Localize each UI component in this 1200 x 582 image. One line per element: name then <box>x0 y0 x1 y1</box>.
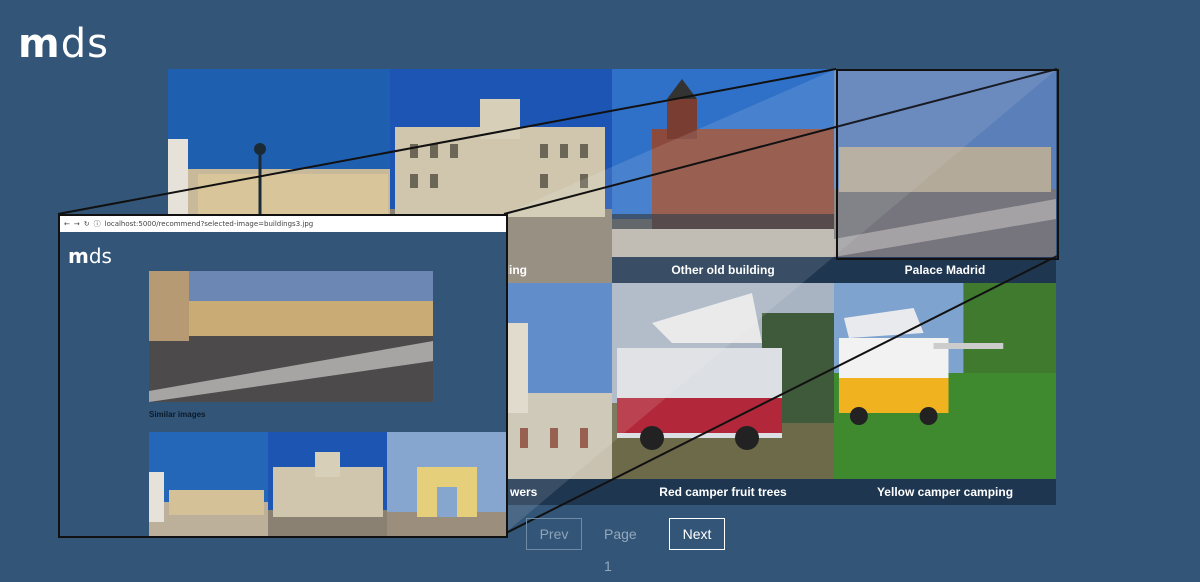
next-button[interactable]: Next <box>669 518 725 550</box>
logo-m: m <box>18 21 61 67</box>
info-icon: ⓘ <box>93 220 101 228</box>
reload-icon[interactable]: ↻ <box>84 216 90 232</box>
back-icon[interactable]: ← <box>64 216 70 232</box>
yellow-camper-image <box>834 283 1056 479</box>
caption-other-old-building: Other old building <box>612 257 834 283</box>
url-text[interactable]: localhost:5000/recommend?selected-image=… <box>105 216 314 232</box>
inset-logo-m: m <box>68 244 89 268</box>
inset-browser-window: ← → ↻ ⓘ localhost:5000/recommend?selecte… <box>58 214 508 538</box>
prev-button[interactable]: Prev <box>526 518 582 550</box>
gallery-tile-other-old-building[interactable]: Other old building <box>612 69 834 283</box>
inset-similar-image-3[interactable] <box>387 432 506 536</box>
caption-yellow-camper: Yellow camper camping <box>834 479 1056 505</box>
gallery-tile-yellow-camper[interactable]: Yellow camper camping <box>834 283 1056 505</box>
red-camper-image <box>612 283 834 479</box>
browser-url-bar[interactable]: ← → ↻ ⓘ localhost:5000/recommend?selecte… <box>60 216 506 232</box>
page-indicator: Page 1 <box>604 526 637 574</box>
caption-red-camper: Red camper fruit trees <box>612 479 834 505</box>
inset-similar-image-2[interactable] <box>268 432 387 536</box>
gallery-tile-red-camper[interactable]: Red camper fruit trees <box>612 283 834 505</box>
similar-images-label: Similar images <box>149 410 206 419</box>
selected-image-frame <box>836 69 1059 260</box>
inset-selected-image <box>149 271 433 402</box>
other-old-building-image <box>612 69 834 257</box>
caption-palace-madrid: Palace Madrid <box>834 257 1056 283</box>
app-logo[interactable]: mds <box>18 22 109 66</box>
inset-logo-ds: ds <box>88 244 112 268</box>
logo-ds: ds <box>60 21 109 67</box>
forward-icon[interactable]: → <box>74 216 80 232</box>
inset-similar-image-1[interactable] <box>149 432 268 536</box>
inset-logo[interactable]: mds <box>68 244 112 268</box>
